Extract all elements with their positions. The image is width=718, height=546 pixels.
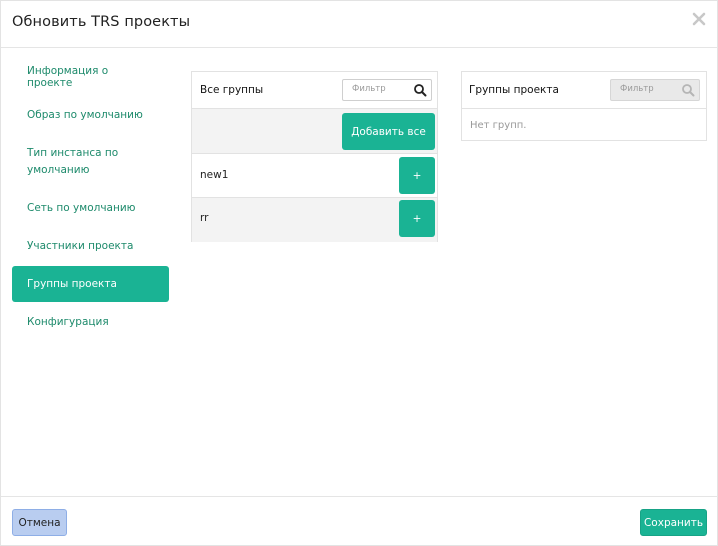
nav-item-label: Группы проекта bbox=[27, 278, 117, 290]
nav-item-configuration[interactable]: Конфигурация bbox=[12, 302, 169, 342]
all-groups-panel: Все группы Фильтр Добавить все new1 + rr… bbox=[191, 71, 438, 242]
project-groups-panel: Группы проекта Фильтр Нет групп. bbox=[461, 71, 707, 141]
search-icon[interactable] bbox=[681, 83, 695, 97]
close-button[interactable] bbox=[692, 9, 708, 29]
project-groups-header: Группы проекта Фильтр bbox=[462, 72, 706, 109]
group-name: new1 bbox=[200, 169, 229, 181]
nav-item-label: Информация о проекте bbox=[27, 65, 109, 89]
close-icon bbox=[692, 12, 706, 26]
add-group-button[interactable]: + bbox=[399, 157, 435, 194]
filter-placeholder: Фильтр bbox=[352, 84, 386, 94]
nav-item-label: Конфигурация bbox=[27, 316, 109, 328]
nav-item-project-info[interactable]: Информация о проекте bbox=[12, 61, 169, 93]
dialog-header: Обновить TRS проекты bbox=[1, 1, 718, 48]
list-item: new1 + bbox=[192, 154, 437, 198]
empty-row: Нет групп. bbox=[462, 109, 706, 141]
nav-item-label: Образ по умолчанию bbox=[27, 109, 143, 121]
nav-item-default-instance-type[interactable]: Тип инстанса по умолчанию bbox=[12, 137, 169, 187]
nav-item-project-groups[interactable]: Группы проекта bbox=[12, 266, 169, 302]
nav-item-label: Сеть по умолчанию bbox=[27, 202, 136, 214]
project-groups-filter-input[interactable]: Фильтр bbox=[610, 79, 700, 101]
search-icon[interactable] bbox=[413, 83, 427, 97]
all-groups-title: Все группы bbox=[200, 84, 264, 96]
all-groups-filter-input[interactable]: Фильтр bbox=[342, 79, 432, 101]
nav-item-project-members[interactable]: Участники проекта bbox=[12, 227, 169, 265]
add-group-button[interactable]: + bbox=[399, 200, 435, 237]
update-trs-projects-dialog: Обновить TRS проекты Информация о проект… bbox=[0, 0, 718, 546]
all-groups-header: Все группы Фильтр bbox=[192, 72, 437, 109]
project-groups-title: Группы проекта bbox=[469, 84, 559, 96]
add-all-button[interactable]: Добавить все bbox=[342, 113, 435, 150]
dialog-footer: Отмена Сохранить bbox=[1, 496, 718, 546]
empty-message: Нет групп. bbox=[470, 120, 527, 131]
group-name: rr bbox=[200, 212, 209, 224]
nav-item-label: Участники проекта bbox=[27, 240, 134, 252]
nav-item-default-network[interactable]: Сеть по умолчанию bbox=[12, 189, 169, 227]
cancel-button[interactable]: Отмена bbox=[12, 509, 67, 536]
add-all-row: Добавить все bbox=[192, 109, 437, 154]
list-item: rr + bbox=[192, 198, 437, 242]
workflow-nav: Информация о проекте Образ по умолчанию … bbox=[12, 61, 169, 342]
nav-item-label: Тип инстанса по умолчанию bbox=[27, 147, 119, 176]
dialog-title: Обновить TRS проекты bbox=[12, 14, 191, 30]
save-button[interactable]: Сохранить bbox=[640, 509, 707, 536]
nav-item-default-image[interactable]: Образ по умолчанию bbox=[12, 95, 169, 135]
filter-placeholder: Фильтр bbox=[620, 84, 654, 94]
